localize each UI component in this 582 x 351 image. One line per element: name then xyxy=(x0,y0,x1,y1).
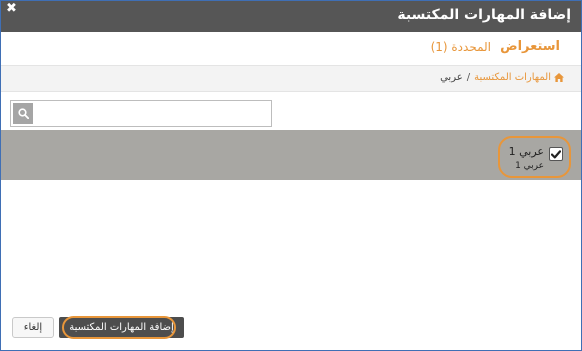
breadcrumb-home-label: المهارات المكتسبة xyxy=(474,72,551,83)
breadcrumb-home[interactable]: المهارات المكتسبة xyxy=(474,72,564,83)
close-icon[interactable]: ✖ xyxy=(6,2,17,15)
add-skills-button-label: إضافة المهارات المكتسبة xyxy=(69,322,174,333)
tab-bar: استعراض المحددة (1) xyxy=(1,32,581,65)
dialog-title: إضافة المهارات المكتسبة xyxy=(397,7,571,23)
checkmark-icon xyxy=(551,149,561,158)
skill-subtitle: عربي 1 xyxy=(515,161,544,171)
skill-item[interactable]: عربي 1 عربي 1 xyxy=(498,136,571,178)
skill-checkbox[interactable] xyxy=(549,147,563,161)
dialog-titlebar: إضافة المهارات المكتسبة ✖ xyxy=(1,1,581,32)
breadcrumb-separator: / xyxy=(466,72,471,83)
breadcrumb: المهارات المكتسبة / عربي xyxy=(1,65,581,92)
cancel-button[interactable]: إلغاء xyxy=(12,317,54,338)
search-icon xyxy=(17,108,29,119)
list-item[interactable]: عربي 1 عربي 1 xyxy=(1,130,581,180)
breadcrumb-current: عربي xyxy=(440,72,463,83)
tab-selected[interactable]: المحددة (1) xyxy=(431,40,491,54)
breadcrumb-trail: المهارات المكتسبة / عربي xyxy=(440,72,564,83)
tab-browse[interactable]: استعراض xyxy=(500,39,560,54)
add-skills-button[interactable]: إضافة المهارات المكتسبة xyxy=(59,316,184,339)
search-button[interactable] xyxy=(13,103,33,124)
search-input[interactable] xyxy=(35,103,267,124)
home-icon xyxy=(554,73,564,82)
search-box xyxy=(10,100,272,127)
skill-name: عربي 1 xyxy=(508,145,544,158)
add-skills-dialog: إضافة المهارات المكتسبة ✖ استعراض المحدد… xyxy=(0,0,582,351)
